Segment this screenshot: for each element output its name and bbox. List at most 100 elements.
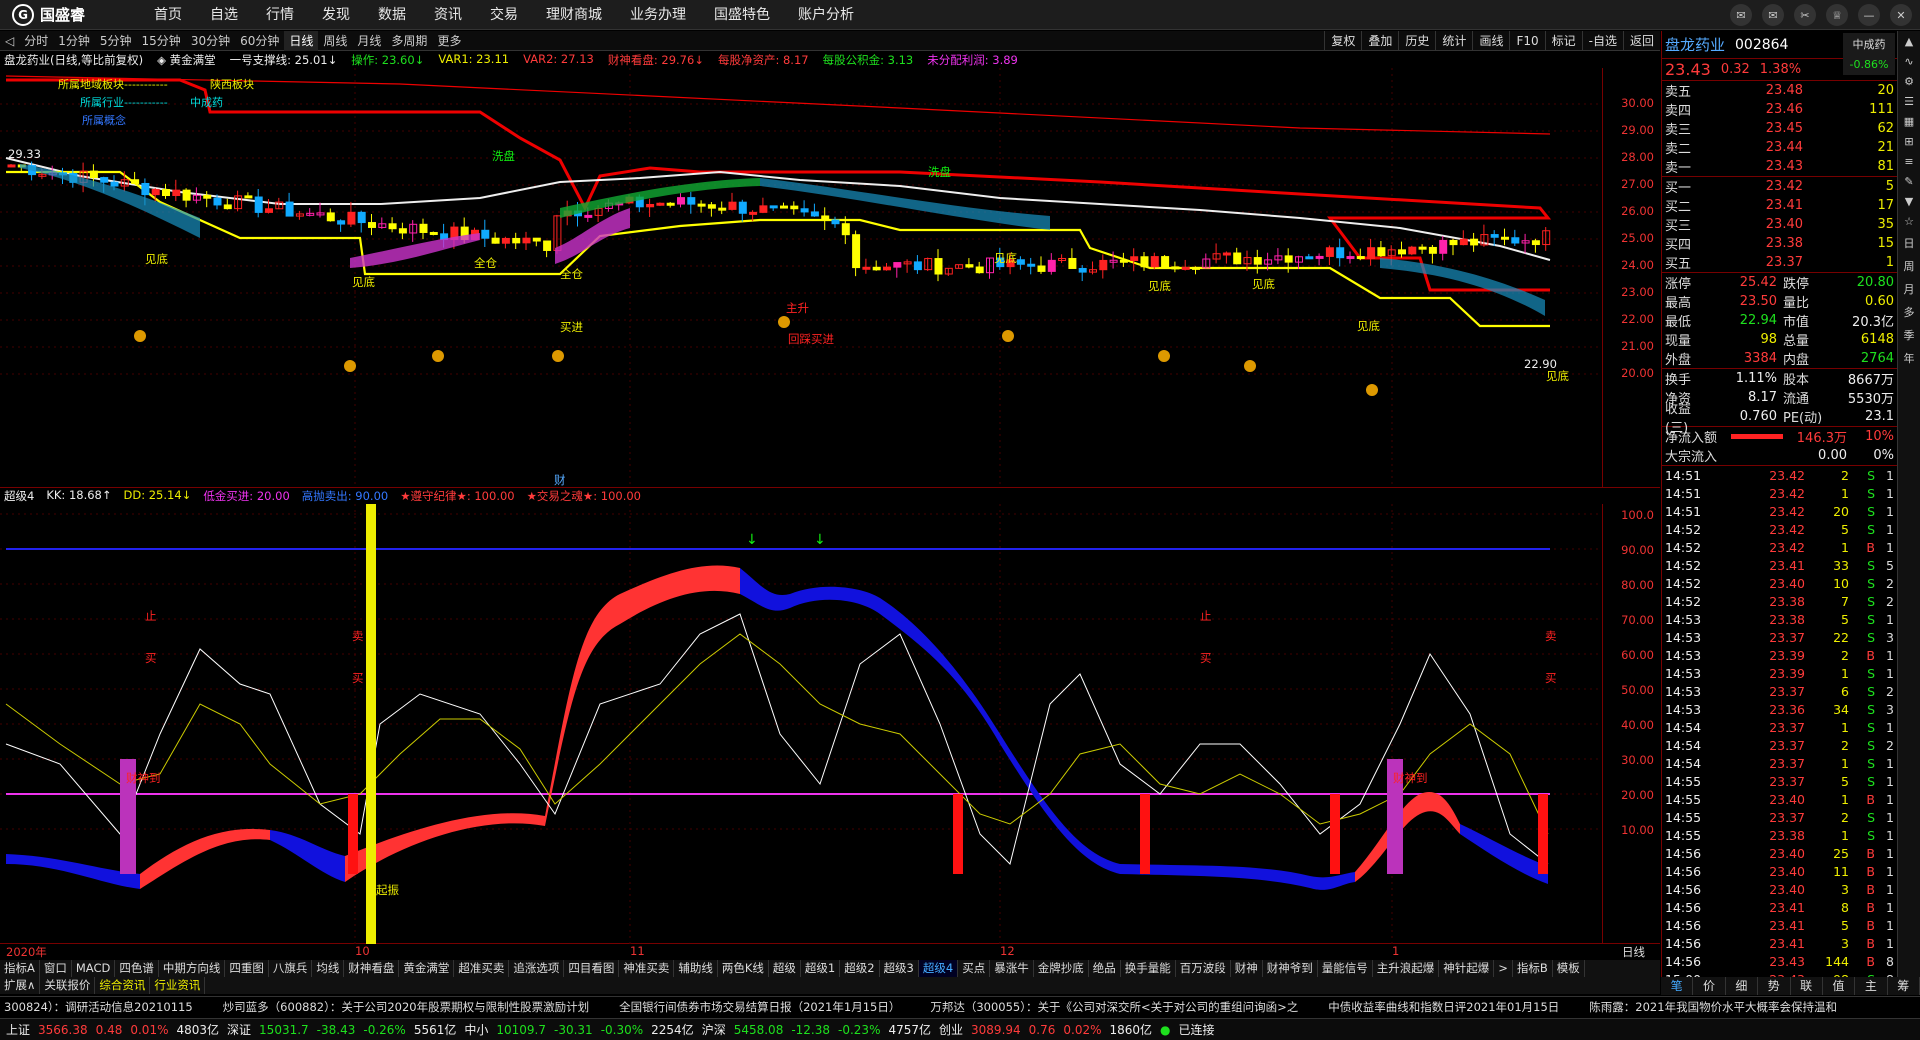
extension-tab[interactable]: 关联报价 [40,977,96,994]
side-tool-icon[interactable]: ▼ [1900,195,1918,208]
indicator-tab[interactable]: 超级 [769,960,801,977]
index-name[interactable]: 上证 [6,1021,30,1038]
timeframe-tab[interactable]: 30分钟 [186,31,235,51]
side-tool-icon[interactable]: ⚙ [1900,75,1918,88]
indicator-tab[interactable]: 神针起爆 [1439,960,1495,977]
tool-button[interactable]: -自选 [1581,31,1623,51]
side-tool-icon[interactable]: ✎ [1900,175,1918,188]
indicator-tab[interactable]: 追涨选项 [509,960,565,977]
tool-button[interactable]: 历史 [1398,31,1435,51]
tool-button[interactable]: 标记 [1544,31,1582,51]
news-item[interactable]: 全国银行间债券市场交易结算日报（2021年1月15日） [619,999,900,1015]
indicator-tab[interactable]: 财神看盘 [344,960,400,977]
indicator-tab[interactable]: 超级3 [880,960,919,977]
tool-button[interactable]: 统计 [1435,31,1472,51]
indicator-tab[interactable]: 窗口 [40,960,72,977]
indicator-tab[interactable]: 四重图 [225,960,269,977]
indicator-tab[interactable]: 超级2 [840,960,880,977]
extension-tab[interactable]: 综合资讯 [95,977,151,994]
timeframe-tab[interactable]: 更多 [432,31,466,51]
menu-item[interactable]: 资讯 [420,0,476,30]
news-item[interactable]: 陈雨露：2021年我国物价水平大概率会保持温和 [1589,999,1837,1015]
indicator-tab[interactable]: 两色K线 [718,960,769,977]
menu-item[interactable]: 首页 [140,0,196,30]
indicator-tab[interactable]: 超级4 [918,960,959,977]
side-tool-icon[interactable]: ▲ [1900,35,1918,48]
quote-tab[interactable]: 价 [1693,977,1726,995]
tool-button[interactable]: 复权 [1324,31,1361,51]
news-item[interactable]: 万邦达（300055）：关于《公司对深交所<关于对公司的重组问询函>之 [930,999,1298,1015]
tool-button[interactable]: 返回 [1622,31,1660,51]
indicator-tab[interactable]: 绝品 [1089,960,1121,977]
side-period[interactable]: 年 [1900,350,1918,366]
menu-item[interactable]: 数据 [364,0,420,30]
timeframe-tab[interactable]: 多周期 [386,31,432,51]
timeframe-tab[interactable]: 1分钟 [53,31,95,51]
quote-tab[interactable]: 细 [1726,977,1759,995]
skin-icon[interactable]: ♕ [1826,4,1848,26]
tools-icon[interactable]: ✂ [1794,4,1816,26]
menu-item[interactable]: 国盛特色 [700,0,784,30]
indicator-tab[interactable]: 中期方向线 [159,960,226,977]
extension-tab[interactable]: 扩展∧ [0,977,41,994]
tool-button[interactable]: 叠加 [1361,31,1398,51]
side-period[interactable]: 季 [1900,327,1918,343]
timeframe-tab[interactable]: 日线 [284,30,319,51]
side-period[interactable]: 日 [1900,235,1918,251]
indicator-tab[interactable]: 模板 [1553,960,1585,977]
index-name[interactable]: 沪深 [702,1021,726,1038]
quote-tab[interactable]: 值 [1823,977,1856,995]
menu-item[interactable]: 自选 [196,0,252,30]
extension-tab[interactable]: 行业资讯 [150,977,206,994]
side-period[interactable]: 月 [1900,281,1918,297]
menu-item[interactable]: 交易 [476,0,532,30]
indicator-tab[interactable]: 指标B [1513,960,1553,977]
tool-button[interactable]: 画线 [1472,31,1509,51]
indicator-panel[interactable]: ↓ ↓ 止买 止买 卖买 卖买财神到 财神到 起振 100.0 90.00 80.00 70.00 6… [0,504,1660,944]
timeframe-tab[interactable]: 60分钟 [235,31,284,51]
quote-tab[interactable]: 筹 [1888,977,1920,995]
timeframe-tab[interactable]: 15分钟 [137,31,186,51]
side-tool-icon[interactable]: ▦ [1900,115,1918,128]
quote-tab[interactable]: 主 [1855,977,1888,995]
close-icon[interactable]: ✕ [1890,4,1912,26]
quote-tab[interactable]: 势 [1758,977,1791,995]
side-tool-icon[interactable]: ☰ [1900,95,1918,108]
timeframe-tab[interactable]: 月线 [352,31,386,51]
news-item[interactable]: 中债收益率曲线和指数日评2021年01月15日 [1328,999,1559,1015]
menu-item[interactable]: 发现 [308,0,364,30]
sector-button[interactable]: 中成药 -0.86% [1843,33,1895,75]
side-period[interactable]: 周 [1900,258,1918,274]
indicator-tab[interactable]: 指标A [0,960,40,977]
quote-tab[interactable]: 笔 [1661,977,1694,995]
indicator-tab[interactable]: 金牌抄底 [1034,960,1089,977]
message-icon[interactable]: ✉ [1730,4,1752,26]
index-name[interactable]: 深证 [227,1021,251,1038]
indicator-tab[interactable]: 均线 [312,960,345,977]
mail-icon[interactable]: ✉ [1762,4,1784,26]
quote-tab[interactable]: 联 [1791,977,1823,995]
timeframe-tab[interactable]: 分时 [19,31,53,51]
indicator-tab[interactable]: 换手量能 [1121,960,1176,977]
indicator-tab[interactable]: 四色谱 [115,960,159,977]
menu-item[interactable]: 理财商城 [532,0,616,30]
side-tool-icon[interactable]: ☆ [1900,215,1918,228]
side-period[interactable]: 多 [1900,304,1918,320]
timeframe-tab[interactable]: 5分钟 [95,31,137,51]
indicator-tab[interactable]: 超准买卖 [454,960,510,977]
indicator-tab[interactable]: 八旗兵 [269,960,313,977]
side-tool-icon[interactable]: ⊞ [1900,135,1918,148]
index-name[interactable]: 创业 [939,1021,963,1038]
news-item[interactable]: 300824）：调研活动信息20210115 [4,999,193,1015]
news-item[interactable]: 炒司蓝多（600882）：关于公司2020年股票期权与限制性股票激励计划 [223,999,589,1015]
indicator-tab[interactable]: MACD [72,960,116,977]
index-name[interactable]: 中小 [464,1021,488,1038]
indicator-tab[interactable]: 主升浪起爆 [1373,960,1440,977]
indicator-tab[interactable]: 神准买卖 [619,960,675,977]
indicator-tab[interactable]: 暴涨牛 [990,960,1034,977]
indicator-tab[interactable]: > [1494,960,1513,977]
kline-chart-panel[interactable]: 29.33 22.90 洗盘 洗盘 见底 见底 见底 见底 见底 见底 见底 全仓 全仓 买进 主升 回踩买进… [0,68,1660,488]
tool-button[interactable]: F10 [1509,31,1544,51]
indicator-tab[interactable]: 财神爷到 [1263,960,1318,977]
indicator-tab[interactable]: 超级1 [801,960,841,977]
